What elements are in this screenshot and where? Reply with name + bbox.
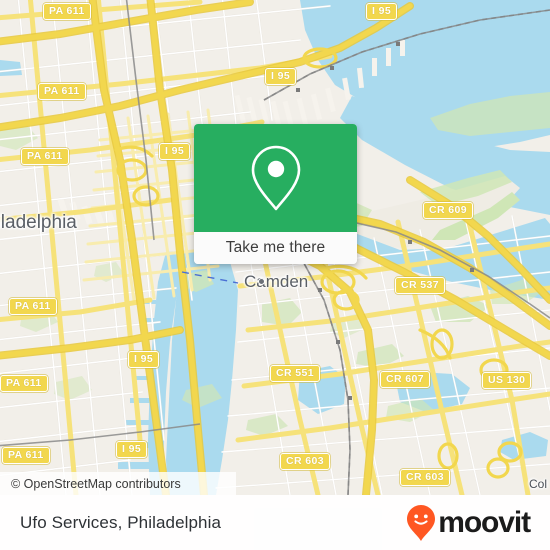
map-pin-icon [251, 145, 300, 211]
highway-shield-us130: US 130 [482, 372, 532, 389]
highway-shield-cr609: CR 609 [423, 202, 474, 219]
highway-shield-cr551: CR 551 [270, 365, 321, 382]
moovit-logo[interactable]: moovit [406, 504, 531, 542]
highway-shield-pa611-f: PA 611 [2, 447, 50, 464]
highway-shield-cr537: CR 537 [395, 277, 446, 294]
take-me-there-card[interactable]: Take me there [194, 124, 357, 264]
attribution-text: © OpenStreetMap contributors [11, 476, 181, 491]
highway-shield-pa611-d: PA 611 [9, 298, 57, 315]
card-hero [194, 124, 357, 232]
map-city-dot-camden [258, 278, 265, 285]
moovit-wordmark: moovit [438, 505, 531, 539]
highway-shield-i95-d: I 95 [128, 351, 160, 368]
highway-shield-i95-a: I 95 [366, 3, 398, 20]
highway-shield-cr603-b: CR 603 [400, 469, 451, 486]
highway-shield-cr603-a: CR 603 [280, 453, 331, 470]
moovit-map-screenshot: Camden hiladelphia Col PA 611PA 611PA 61… [0, 0, 550, 550]
highway-shield-pa611-c: PA 611 [21, 148, 69, 165]
place-title: Ufo Services, Philadelphia [20, 512, 222, 532]
highway-shield-pa611-b: PA 611 [38, 83, 86, 100]
highway-shield-pa611-a: PA 611 [43, 3, 91, 20]
highway-shield-cr607: CR 607 [380, 371, 431, 388]
take-me-there-label: Take me there [225, 239, 326, 256]
highway-shield-i95-b: I 95 [265, 68, 297, 85]
moovit-smiley-pin-icon [407, 504, 436, 541]
take-me-there-button[interactable]: Take me there [194, 232, 357, 264]
highway-shield-i95-e: I 95 [116, 441, 148, 458]
highway-shield-i95-c: I 95 [159, 143, 191, 160]
highway-shield-pa611-e: PA 611 [0, 375, 48, 392]
footer-bar: Ufo Services, Philadelphia moovit [0, 495, 550, 550]
openstreetmap-attribution: © OpenStreetMap contributors [0, 472, 236, 495]
